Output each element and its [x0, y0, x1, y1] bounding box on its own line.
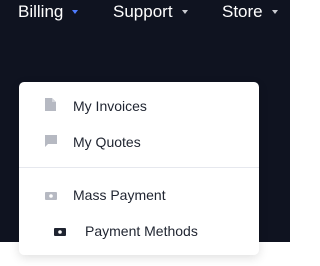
nav-item-support-label: Support [113, 2, 173, 21]
chevron-down-icon [181, 10, 188, 14]
menu-item-my-invoices[interactable]: My Invoices [19, 89, 259, 123]
menu-item-mass-payment[interactable]: Mass Payment [19, 178, 259, 212]
menu-item-label: Mass Payment [73, 187, 166, 203]
chevron-down-icon [271, 10, 278, 14]
document-icon [45, 98, 56, 114]
menu-item-my-quotes[interactable]: My Quotes [19, 125, 259, 159]
nav-item-store[interactable]: Store [222, 0, 278, 24]
menu-divider [19, 167, 259, 168]
nav-item-support[interactable]: Support [113, 0, 188, 24]
billing-dropdown-menu: My Invoices My Quotes Mass Payment Payme… [19, 82, 259, 255]
chevron-down-icon [72, 10, 79, 14]
nav-item-billing-label: Billing [18, 2, 64, 21]
menu-item-label: My Quotes [73, 134, 141, 150]
payment-card-icon [54, 223, 66, 239]
nav-item-store-label: Store [222, 2, 263, 21]
menu-item-payment-methods[interactable]: Payment Methods [19, 214, 259, 248]
menu-item-label: Payment Methods [85, 223, 198, 239]
cash-icon [45, 187, 57, 203]
menu-item-label: My Invoices [73, 98, 147, 114]
nav-item-billing[interactable]: Billing [18, 0, 79, 24]
comment-icon [45, 134, 57, 150]
